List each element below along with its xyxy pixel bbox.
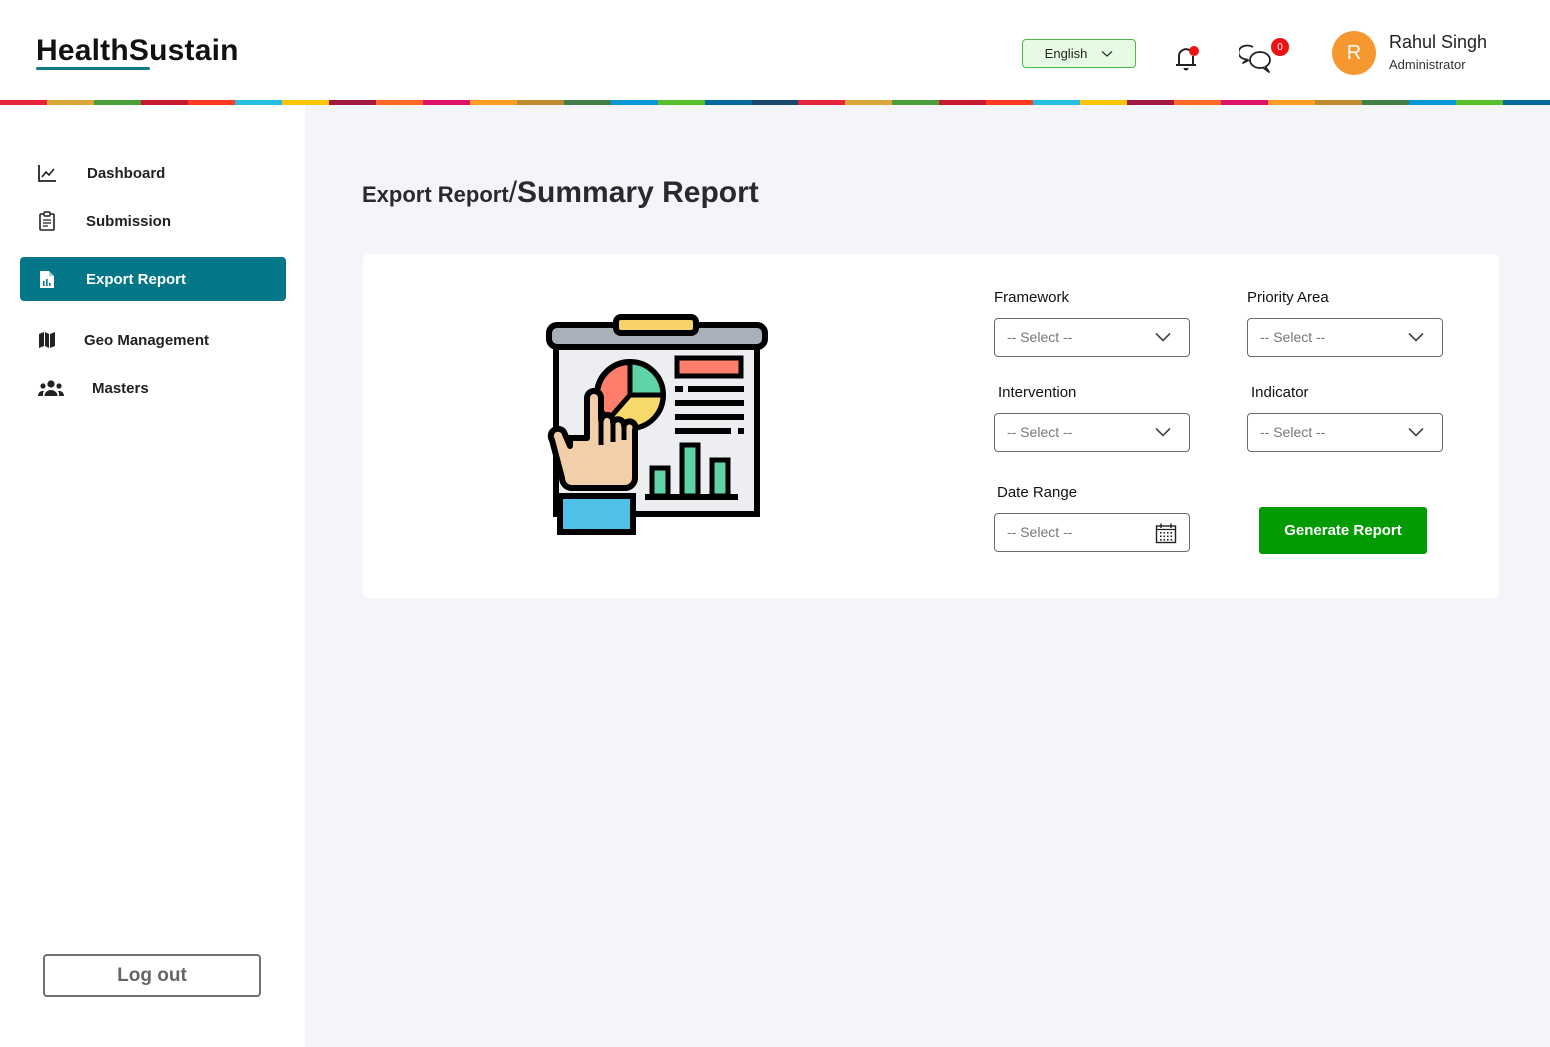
sidebar-item-label: Masters	[92, 379, 149, 397]
sidebar-item-dashboard[interactable]: Dashboard	[20, 151, 286, 195]
framework-select[interactable]: -- Select --	[994, 318, 1190, 357]
framework-placeholder: -- Select --	[1007, 329, 1073, 345]
date-range-label: Date Range	[997, 484, 1078, 501]
date-range-placeholder: -- Select --	[1007, 524, 1073, 540]
notification-dot	[1189, 46, 1199, 56]
chevron-down-icon	[1155, 332, 1171, 342]
user-role: Administrator	[1389, 57, 1466, 72]
presentation-report-illustration	[546, 314, 768, 535]
sidebar-item-masters[interactable]: Masters	[20, 366, 286, 410]
logout-button[interactable]: Log out	[43, 954, 261, 997]
chevron-down-icon	[1408, 332, 1424, 342]
framework-label: Framework	[994, 289, 1070, 306]
sidebar-item-submission[interactable]: Submission	[20, 199, 286, 243]
app-logo[interactable]: HealthSustain	[36, 34, 239, 68]
priority-area-select[interactable]: -- Select --	[1247, 318, 1443, 357]
user-name: Rahul Singh	[1389, 32, 1488, 52]
sidebar-item-label: Dashboard	[87, 164, 166, 182]
sidebar-item-export-report[interactable]: Export Report	[20, 257, 286, 301]
chevron-down-icon	[1408, 427, 1424, 437]
breadcrumb-separator: /	[508, 176, 518, 209]
priority-area-label: Priority Area	[1247, 289, 1329, 306]
indicator-select[interactable]: -- Select --	[1247, 413, 1443, 452]
chevron-down-icon	[1155, 427, 1171, 437]
messages-badge: 0	[1271, 38, 1289, 56]
logo-underline	[36, 67, 150, 70]
top-header: HealthSustain English 0 R Rahul Singh Ad…	[0, 0, 1550, 100]
map-icon	[36, 329, 58, 351]
breadcrumb-current: Summary Report	[517, 176, 759, 209]
intervention-select[interactable]: -- Select --	[994, 413, 1190, 452]
date-range-input[interactable]: -- Select --	[994, 513, 1190, 552]
chevron-down-icon	[1101, 50, 1113, 57]
report-file-icon	[36, 268, 58, 290]
intervention-label: Intervention	[998, 384, 1077, 401]
priority-area-placeholder: -- Select --	[1260, 329, 1326, 345]
language-selected-value: English	[1044, 46, 1088, 61]
line-chart-icon	[36, 162, 58, 184]
calendar-icon[interactable]	[1155, 522, 1177, 544]
indicator-placeholder: -- Select --	[1260, 424, 1326, 440]
breadcrumb-parent[interactable]: Export Report	[362, 182, 509, 207]
language-select[interactable]: English	[1022, 39, 1136, 68]
messages-icon[interactable]	[1239, 43, 1275, 75]
sidebar-item-label: Submission	[86, 212, 172, 230]
sidebar: Dashboard Submission Export Report Geo M…	[0, 105, 305, 1047]
clipboard-icon	[36, 210, 58, 232]
users-icon	[38, 377, 64, 399]
sidebar-item-label: Export Report	[86, 270, 187, 288]
sidebar-item-label: Geo Management	[84, 331, 210, 349]
page-title: Export Report/Summary Report	[362, 176, 759, 210]
avatar[interactable]: R	[1332, 31, 1376, 75]
intervention-placeholder: -- Select --	[1007, 424, 1073, 440]
indicator-label: Indicator	[1251, 384, 1309, 401]
sidebar-item-geo-management[interactable]: Geo Management	[20, 318, 286, 362]
generate-report-button[interactable]: Generate Report	[1259, 507, 1427, 554]
